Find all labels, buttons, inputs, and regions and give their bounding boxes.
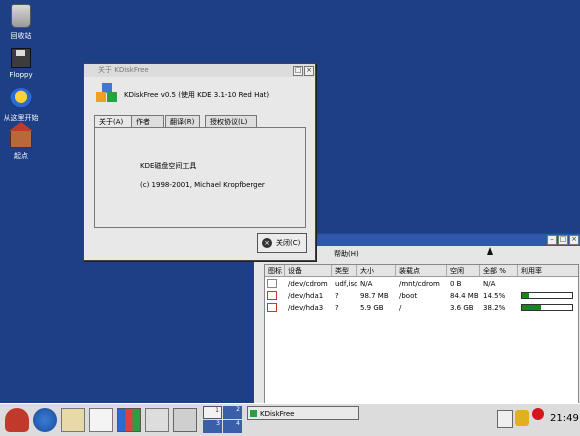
table-row[interactable]: /dev/hda3 ? 5.9 GB / 3.6 GB 38.2% xyxy=(265,302,578,314)
table-row[interactable]: /dev/hda1 ? 98.7 MB /boot 84.4 MB 14.5% xyxy=(265,290,578,302)
cell-mount: /mnt/cdrom xyxy=(399,280,440,288)
about-description: KDE磁盘空间工具 xyxy=(140,162,197,170)
update-alert-icon[interactable] xyxy=(532,408,544,420)
help-menu[interactable]: 帮助(H) xyxy=(334,249,359,259)
cell-type: ? xyxy=(335,292,339,300)
workspace-3[interactable]: 3 xyxy=(203,420,222,433)
cdrom-icon xyxy=(267,279,277,288)
usage-bar-fill xyxy=(522,293,530,298)
cell-mount: /boot xyxy=(399,292,418,300)
cell-free: 3.6 GB xyxy=(450,304,474,312)
cell-size: 5.9 GB xyxy=(360,304,384,312)
notification-icon[interactable] xyxy=(497,410,513,428)
workspace-pager: 1 2 3 4 xyxy=(203,406,243,434)
harddisk-icon xyxy=(267,291,277,300)
workspace-1[interactable]: 1 xyxy=(203,406,222,419)
cell-free: 84.4 MB xyxy=(450,292,479,300)
device-table: 图标 设备 类型 大小 装载点 空闲 全部 % 利用率 /dev/cdrom u… xyxy=(264,264,579,408)
usage-bar xyxy=(521,292,573,299)
writer-icon[interactable] xyxy=(89,408,113,432)
col-mount[interactable]: 装载点 xyxy=(396,265,447,277)
about-maximize-button[interactable]: □ xyxy=(293,66,303,76)
taskbar-kdiskfree-button[interactable]: KDiskFree xyxy=(247,406,359,420)
about-dialog: 关于 KDiskFree □ × KDiskFree v0.5 (使用 KDE … xyxy=(83,63,316,261)
about-tab-panel: KDE磁盘空间工具 (c) 1998-2001, Michael Kropfbe… xyxy=(94,127,306,228)
home-label: 起点 xyxy=(14,152,28,160)
kdiskfree-logo-icon xyxy=(96,83,118,105)
floppy-desktop-icon[interactable]: Floppy xyxy=(0,48,46,79)
floppy-icon xyxy=(11,48,31,68)
about-titlebar[interactable]: 关于 KDiskFree □ × xyxy=(84,64,315,77)
workspace-4[interactable]: 4 xyxy=(223,420,242,433)
usage-bar-fill xyxy=(522,305,542,310)
usage-bar xyxy=(521,304,573,311)
about-copyright: (c) 1998-2001, Michael Kropfberger xyxy=(140,181,265,189)
home-icon xyxy=(9,122,33,148)
about-close-x-button[interactable]: × xyxy=(304,66,314,76)
app-version-title: KDiskFree v0.5 (使用 KDE 3.1-10 Red Hat) xyxy=(124,91,270,99)
trash-label: 回收站 xyxy=(10,32,32,40)
web-browser-icon[interactable] xyxy=(33,408,57,432)
col-full[interactable]: 全部 % xyxy=(480,265,518,277)
cell-device: /dev/cdrom xyxy=(288,280,328,288)
cell-device: /dev/hda1 xyxy=(288,292,324,300)
kdiskfree-task-icon xyxy=(250,410,257,417)
cell-mount: / xyxy=(399,304,402,312)
workspace-2[interactable]: 2 xyxy=(223,406,242,419)
taskbar: 1 2 3 4 KDiskFree 21:49 xyxy=(0,403,580,436)
start-here-icon xyxy=(10,88,32,110)
close-icon: × xyxy=(262,238,272,248)
cell-full: 14.5% xyxy=(483,292,506,300)
cell-full: 38.2% xyxy=(483,304,506,312)
cell-type: udf,iso... xyxy=(335,280,357,288)
col-usage[interactable]: 利用率 xyxy=(518,265,578,277)
calc-icon[interactable] xyxy=(145,408,169,432)
col-device[interactable]: 设备 xyxy=(285,265,332,277)
home-desktop-icon[interactable]: 起点 xyxy=(0,122,46,161)
mouse-cursor-icon xyxy=(487,247,493,255)
close-window-button[interactable]: × xyxy=(569,235,579,245)
close-button[interactable]: × 关闭(C) xyxy=(257,233,307,253)
col-free[interactable]: 空闲 xyxy=(447,265,480,277)
col-type[interactable]: 类型 xyxy=(332,265,357,277)
minimize-button[interactable]: – xyxy=(547,235,557,245)
start-here-desktop-icon[interactable]: 从这里开始 xyxy=(0,88,46,123)
task-label: KDiskFree xyxy=(260,410,295,418)
redhat-menu-icon[interactable] xyxy=(5,408,29,432)
col-size[interactable]: 大小 xyxy=(357,265,396,277)
harddisk-icon xyxy=(267,303,277,312)
trash-desktop-icon[interactable]: 回收站 xyxy=(0,4,46,41)
close-button-label: 关闭(C) xyxy=(276,239,301,247)
cell-size: N/A xyxy=(360,280,373,288)
about-tabs: 关于(A) 作者(U) 翻译(R) 授权协议(L) KDE磁盘空间工具 (c) … xyxy=(94,115,306,228)
col-icon[interactable]: 图标 xyxy=(265,265,285,277)
email-icon[interactable] xyxy=(61,408,85,432)
printer-icon[interactable] xyxy=(173,408,197,432)
clock: 21:49 xyxy=(550,413,579,424)
cell-size: 98.7 MB xyxy=(360,292,389,300)
table-row[interactable]: /dev/cdrom udf,iso... N/A /mnt/cdrom 0 B… xyxy=(265,278,578,290)
maximize-button[interactable]: □ xyxy=(558,235,568,245)
floppy-label: Floppy xyxy=(9,71,33,79)
impress-icon[interactable] xyxy=(117,408,141,432)
cell-full: N/A xyxy=(483,280,496,288)
keys-icon[interactable] xyxy=(515,410,529,426)
cell-device: /dev/hda3 xyxy=(288,304,324,312)
about-title: 关于 KDiskFree xyxy=(98,66,149,74)
trash-icon xyxy=(11,4,31,28)
cell-type: ? xyxy=(335,304,339,312)
cell-free: 0 B xyxy=(450,280,462,288)
